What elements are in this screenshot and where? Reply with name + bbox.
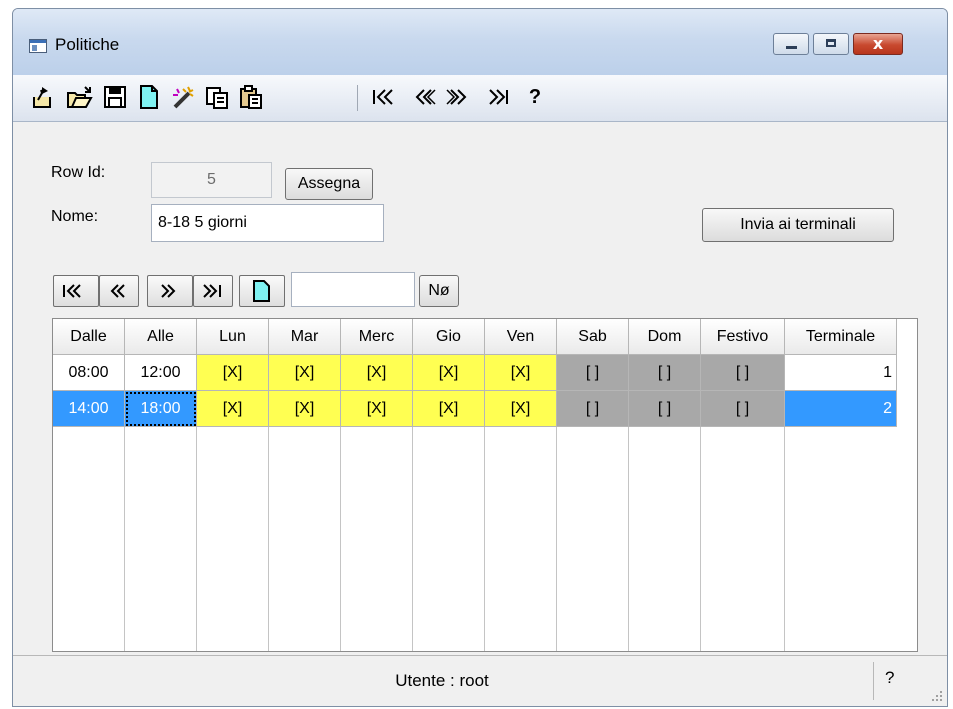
- status-bar: Utente : root ?: [13, 655, 947, 706]
- window: Politiche x ? Row Id: 5 Assegna Nome: 8-…: [12, 8, 948, 707]
- app-window-icon: [29, 39, 47, 53]
- grid-column-divider: [340, 427, 341, 651]
- first-icon: [63, 284, 81, 298]
- grid-last-button[interactable]: [193, 275, 233, 307]
- grid-column-divider: [700, 427, 701, 651]
- next-record-icon[interactable]: [443, 83, 471, 111]
- grid-search-input[interactable]: [291, 272, 415, 307]
- column-header-festivo[interactable]: Festivo: [701, 319, 785, 355]
- assign-button[interactable]: Assegna: [285, 168, 373, 200]
- table-row-selected[interactable]: 14:00 18:00 [X] [X] [X] [X] [X] [ ] [ ] …: [53, 391, 897, 427]
- cell-merc[interactable]: [X]: [341, 391, 413, 427]
- grid-column-divider: [196, 427, 197, 651]
- cell-mar[interactable]: [X]: [269, 391, 341, 427]
- grid-column-divider: [628, 427, 629, 651]
- cell-terminale[interactable]: 2: [785, 391, 897, 427]
- paste-icon[interactable]: [237, 83, 265, 111]
- grid-number-button[interactable]: Nø: [419, 275, 459, 307]
- cell-ven[interactable]: [X]: [485, 355, 557, 391]
- name-label: Nome:: [51, 208, 99, 225]
- resize-grip-icon[interactable]: [931, 690, 943, 702]
- cell-sab[interactable]: [ ]: [557, 391, 629, 427]
- grid-column-divider: [412, 427, 413, 651]
- previous-record-icon[interactable]: [411, 83, 439, 111]
- maximize-button[interactable]: [813, 33, 849, 55]
- column-header-mar[interactable]: Mar: [269, 319, 341, 355]
- column-header-gio[interactable]: Gio: [413, 319, 485, 355]
- cell-ven[interactable]: [X]: [485, 391, 557, 427]
- toolbar-separator: [357, 85, 358, 111]
- minimize-button[interactable]: [773, 33, 809, 55]
- cell-alle-focused[interactable]: 18:00: [125, 391, 197, 427]
- next-icon: [161, 284, 176, 298]
- cell-lun[interactable]: [X]: [197, 391, 269, 427]
- column-header-sab[interactable]: Sab: [557, 319, 629, 355]
- cell-alle[interactable]: 12:00: [125, 355, 197, 391]
- save-icon[interactable]: [101, 83, 129, 111]
- first-record-icon[interactable]: [369, 83, 397, 111]
- form-area: Row Id: 5 Assegna Nome: 8-18 5 giorni In…: [13, 122, 947, 656]
- grid-column-divider: [784, 427, 785, 651]
- column-header-alle[interactable]: Alle: [125, 319, 197, 355]
- table-row[interactable]: 08:00 12:00 [X] [X] [X] [X] [X] [ ] [ ] …: [53, 355, 897, 391]
- cell-dalle[interactable]: 14:00: [53, 391, 125, 427]
- column-header-dom[interactable]: Dom: [629, 319, 701, 355]
- grid-column-divider: [268, 427, 269, 651]
- column-header-merc[interactable]: Merc: [341, 319, 413, 355]
- row-id-field: 5: [151, 162, 272, 198]
- cell-festivo[interactable]: [ ]: [701, 355, 785, 391]
- toolbar: ?: [13, 75, 947, 122]
- maximize-icon: [826, 39, 836, 47]
- send-to-terminals-button[interactable]: Invia ai terminali: [702, 208, 894, 242]
- close-icon: x: [872, 34, 884, 53]
- grid-next-button[interactable]: [147, 275, 193, 307]
- column-header-ven[interactable]: Ven: [485, 319, 557, 355]
- status-separator: [873, 662, 874, 700]
- cell-terminale[interactable]: 1: [785, 355, 897, 391]
- new-document-icon: [253, 280, 270, 302]
- new-document-icon[interactable]: [135, 83, 163, 111]
- cell-lun[interactable]: [X]: [197, 355, 269, 391]
- column-header-dalle[interactable]: Dalle: [53, 319, 125, 355]
- cell-sab[interactable]: [ ]: [557, 355, 629, 391]
- window-title: Politiche: [55, 35, 120, 54]
- name-field[interactable]: 8-18 5 giorni: [151, 204, 384, 242]
- cell-dom[interactable]: [ ]: [629, 355, 701, 391]
- column-header-terminale[interactable]: Terminale: [785, 319, 897, 355]
- grid-new-button[interactable]: [239, 275, 285, 307]
- grid-column-divider: [124, 427, 125, 651]
- open-folder-icon[interactable]: [65, 83, 93, 111]
- cell-festivo[interactable]: [ ]: [701, 391, 785, 427]
- cell-merc[interactable]: [X]: [341, 355, 413, 391]
- grid-previous-button[interactable]: [99, 275, 139, 307]
- grid-header: Dalle Alle Lun Mar Merc Gio Ven Sab Dom …: [53, 319, 897, 355]
- last-record-icon[interactable]: [485, 83, 513, 111]
- cell-dom[interactable]: [ ]: [629, 391, 701, 427]
- previous-icon: [110, 284, 125, 298]
- grid-first-button[interactable]: [53, 275, 99, 307]
- status-help[interactable]: ?: [885, 668, 894, 688]
- close-button[interactable]: x: [853, 33, 903, 55]
- minimize-icon: [786, 46, 797, 49]
- last-icon: [203, 284, 221, 298]
- column-header-lun[interactable]: Lun: [197, 319, 269, 355]
- cell-gio[interactable]: [X]: [413, 391, 485, 427]
- grid-column-divider: [556, 427, 557, 651]
- title-bar[interactable]: Politiche x: [13, 9, 947, 75]
- copy-icon[interactable]: [203, 83, 231, 111]
- magic-wand-icon[interactable]: [169, 83, 197, 111]
- cell-dalle[interactable]: 08:00: [53, 355, 125, 391]
- cell-mar[interactable]: [X]: [269, 355, 341, 391]
- status-user: Utente : root: [395, 671, 489, 690]
- grid-column-divider: [484, 427, 485, 651]
- cell-gio[interactable]: [X]: [413, 355, 485, 391]
- help-icon[interactable]: ?: [521, 83, 549, 111]
- schedule-grid[interactable]: Dalle Alle Lun Mar Merc Gio Ven Sab Dom …: [52, 318, 918, 652]
- row-id-label: Row Id:: [51, 164, 106, 181]
- export-icon[interactable]: [29, 83, 57, 111]
